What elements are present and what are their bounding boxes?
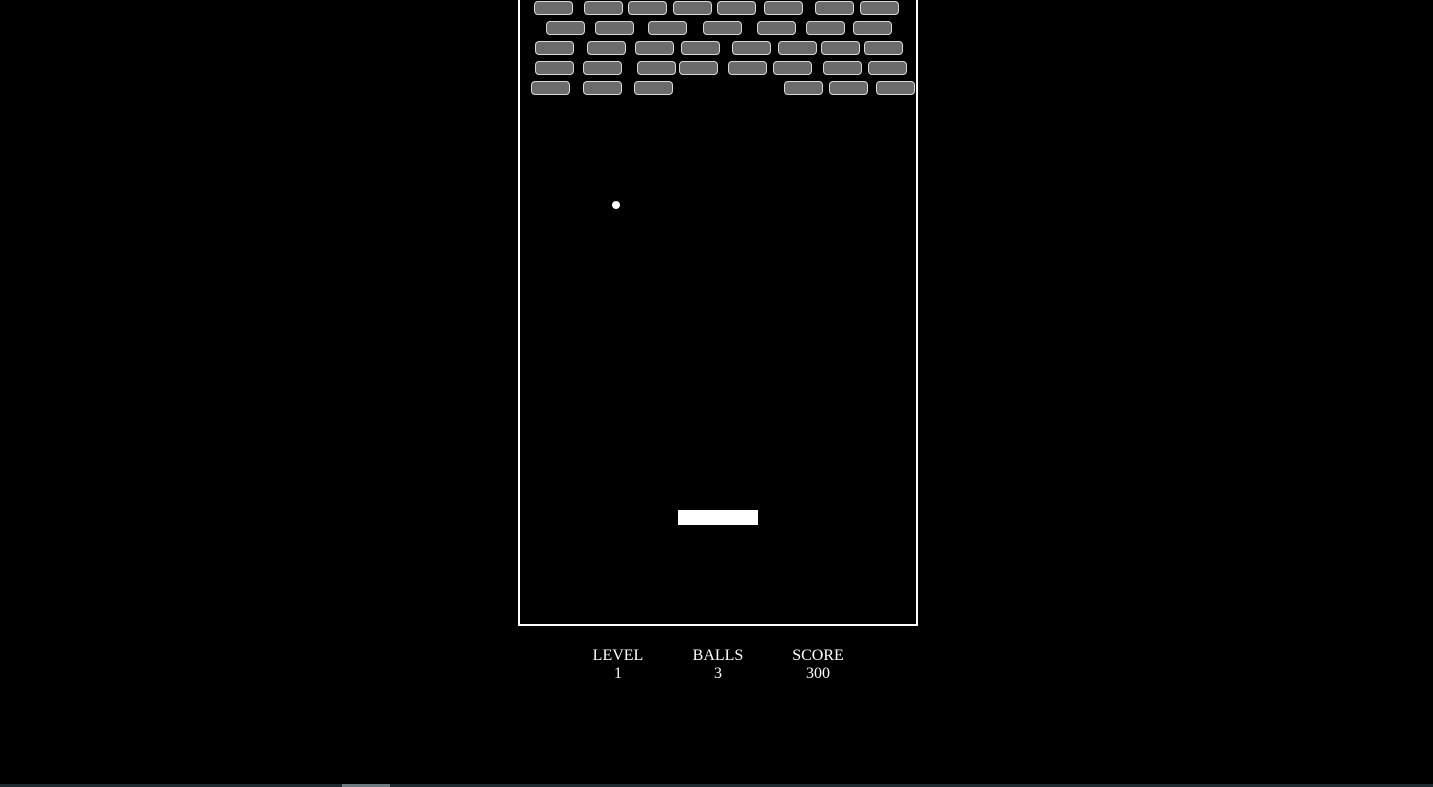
hud: LEVEL 1 BALLS 3 SCORE 300 [568,647,868,683]
brick [637,61,676,75]
brick [876,81,915,95]
brick [546,21,585,35]
brick [829,81,868,95]
level-label: LEVEL [592,647,644,664]
brick [764,1,803,15]
paddle[interactable] [678,510,758,525]
brick [681,41,720,55]
brick [728,61,767,75]
balls-label: BALLS [692,647,744,664]
brick [717,1,756,15]
brick [784,81,823,95]
brick [648,21,687,35]
brick [823,61,862,75]
brick [531,81,570,95]
game-board[interactable] [518,0,918,626]
score-value: 300 [806,665,830,682]
brick [583,81,622,95]
brick [584,1,623,15]
brick [815,1,854,15]
brick [635,41,674,55]
brick [583,61,622,75]
brick [773,61,812,75]
brick [821,41,860,55]
brick [778,41,817,55]
brick [595,21,634,35]
level-display: LEVEL 1 [568,647,668,683]
balls-display: BALLS 3 [668,647,768,683]
brick [853,21,892,35]
balls-value: 3 [714,665,722,682]
brick [535,61,574,75]
score-label: SCORE [792,647,844,664]
brick [534,1,573,15]
brick [587,41,626,55]
brick [628,1,667,15]
brick [864,41,903,55]
brick [673,1,712,15]
brick [679,61,718,75]
ball [612,201,620,209]
brick [634,81,673,95]
brick [757,21,796,35]
brick [703,21,742,35]
level-value: 1 [614,665,622,682]
brick [806,21,845,35]
brick [860,1,899,15]
brick [535,41,574,55]
brick [732,41,771,55]
score-display: SCORE 300 [768,647,868,683]
brick [868,61,907,75]
